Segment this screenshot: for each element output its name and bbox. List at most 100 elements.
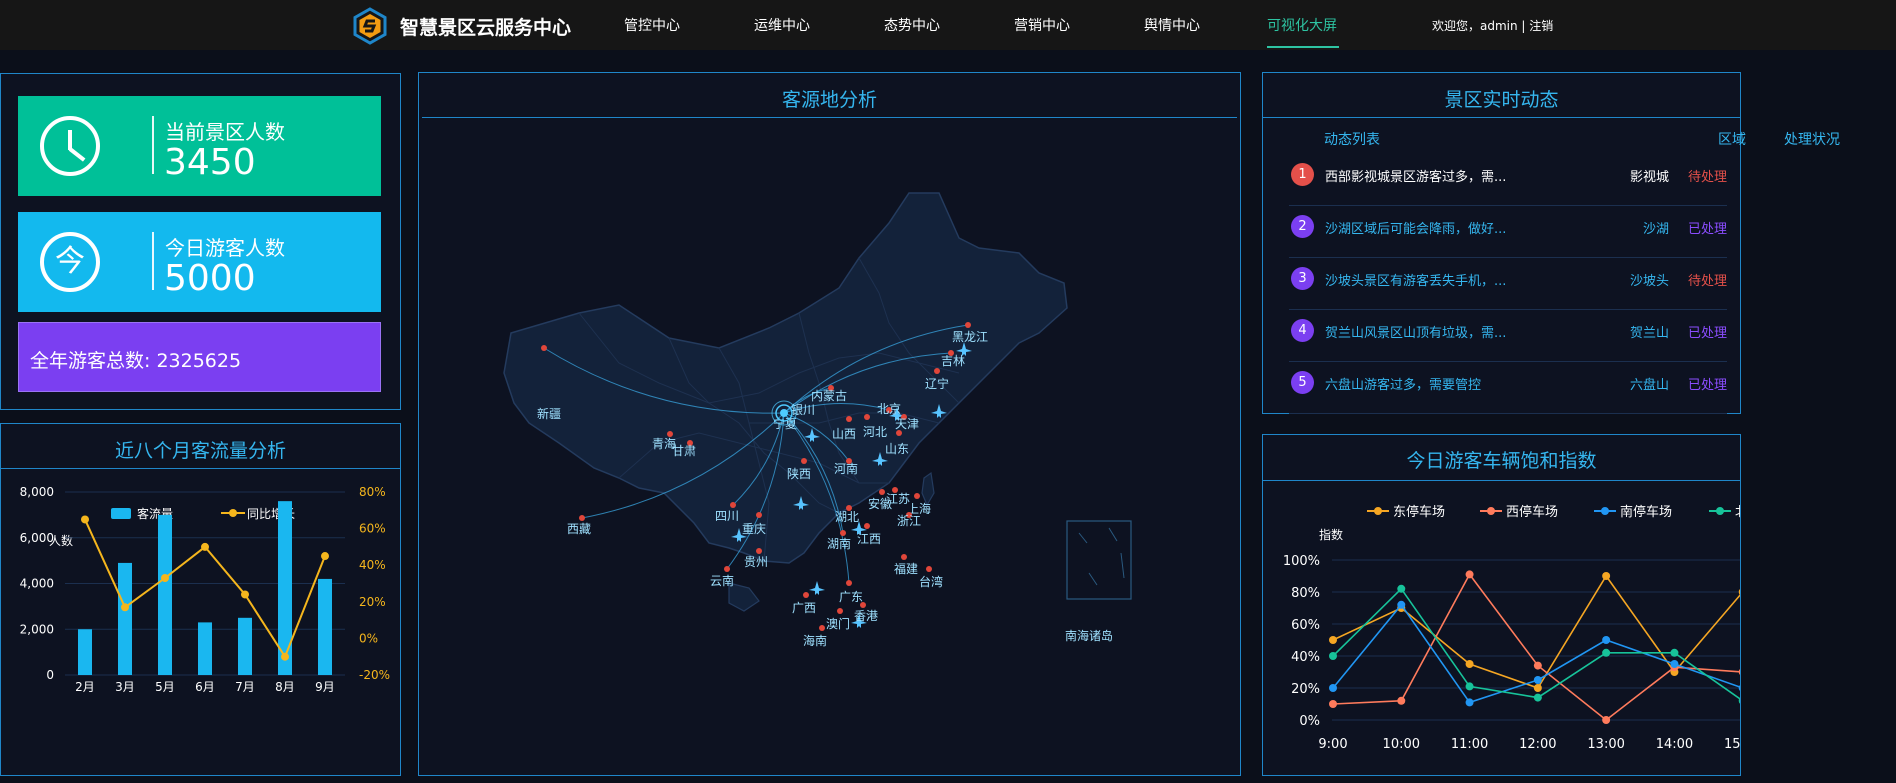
province-point (934, 368, 940, 374)
province-point (730, 502, 736, 508)
china-map: 新疆西藏青海甘肃内蒙古北京天津山西 河北山东陕西 河南四川重庆湖北安徽江苏上海浙江湖… (503, 192, 1132, 648)
clock-icon (40, 116, 100, 176)
y-tick-label: 8,000 (20, 485, 54, 499)
top-navigation-bar: 智慧景区云服务中心 管控中心 运维中心 态势中心 营销中心 舆情中心 可视化大屏… (0, 0, 1896, 50)
bar-traffic (318, 578, 332, 675)
nav-visual-screen[interactable]: 可视化大屏 (1267, 15, 1337, 35)
event-text: 贺兰山风景区山顶有垃圾，需... (1325, 326, 1507, 341)
y2-tick-label: 80% (359, 485, 386, 499)
province-label: 四川 (715, 509, 739, 523)
traffic-chart-panel: 近八个月客流量分析 客流量 同比增长 人数 0 2,000 4,000 6,000 8,000… (0, 423, 401, 776)
nav-marketing-center[interactable]: 营销中心 (1014, 15, 1070, 35)
airplane-icon (809, 581, 825, 595)
series-point (1602, 636, 1611, 644)
y-tick-label: 0 (46, 668, 54, 682)
welcome-logout[interactable]: 欢迎您，admin | 注销 (1432, 17, 1553, 34)
province-point (840, 530, 846, 536)
y-tick-label: 2,000 (20, 622, 54, 636)
province-point (803, 592, 809, 598)
bar-traffic (238, 617, 252, 675)
y-tick-label: 80% (1291, 586, 1320, 601)
province-point (965, 322, 971, 328)
event-row[interactable]: 3 沙坡头景区有游客丢失手机，... 沙坡头 待处理 (1289, 258, 1727, 310)
y-tick-label: 40% (1291, 650, 1320, 665)
event-area: 贺兰山 (1629, 326, 1669, 341)
province-label: 河南 (834, 461, 858, 476)
province-label: 广东 (839, 590, 863, 604)
card-separator (152, 116, 154, 174)
series-point (1397, 696, 1406, 705)
province-point (724, 566, 730, 572)
province-label: 陕西 (787, 466, 811, 481)
province-label: 辽宁 (925, 376, 949, 391)
province-label: 山东 (885, 442, 909, 456)
province-label: 新疆 (537, 406, 561, 421)
nav-sentiment-center[interactable]: 舆情中心 (1144, 15, 1200, 35)
province-label: 海南 (803, 633, 827, 648)
province-label: 黑龙江 (952, 330, 988, 344)
current-visitors-card: 当前景区人数 3450 (18, 96, 381, 196)
growth-point (121, 603, 129, 612)
title-divider (1263, 480, 1740, 481)
event-number-badge: 5 (1291, 371, 1314, 394)
parking-chart-panel: 今日游客车辆饱和指数 东停车场 西停车场 南停车场 北停车场指数 0% 20% 40% 60%… (1262, 434, 1741, 776)
growth-point (81, 515, 89, 524)
province-point (926, 566, 932, 572)
growth-point (161, 574, 169, 583)
event-row[interactable]: 2 沙湖区域后可能会降雨，做好... 沙湖 已处理 (1289, 206, 1727, 258)
province-point (819, 625, 825, 631)
event-row[interactable]: 4 贺兰山风景区山顶有垃圾，需... 贺兰山 已处理 (1289, 310, 1727, 362)
event-row[interactable]: 1 西部影视城景区游客过多，需... 影视城 待处理 (1289, 154, 1727, 206)
y2-tick-label: 60% (359, 522, 386, 536)
province-label: 北京 (877, 402, 901, 416)
series-point (1329, 684, 1337, 692)
x-tick-label: 15:00 (1724, 737, 1740, 752)
province-label: 云南 (710, 573, 734, 588)
y2-tick-label: 40% (359, 558, 386, 572)
province-label: 甘肃 (672, 444, 696, 458)
events-header-area: 区域 (1718, 132, 1746, 148)
x-tick-label: 9月 (315, 680, 335, 694)
y-tick-label: 0% (1299, 714, 1320, 729)
today-visitors-card: 今 今日游客人数 5000 (18, 212, 381, 312)
growth-point (241, 590, 249, 599)
series-point (1670, 648, 1679, 657)
legend-label: 东停车场 (1393, 504, 1445, 520)
title-divider (1, 468, 400, 469)
x-tick-label: 10:00 (1383, 737, 1420, 752)
nav-operations-center[interactable]: 运维中心 (754, 15, 810, 35)
x-tick-label: 14:00 (1656, 737, 1693, 752)
event-text: 沙坡头景区有游客丢失手机，... (1325, 274, 1507, 289)
event-area: 六盘山 (1629, 378, 1669, 393)
hub-label: 宁夏 (773, 416, 797, 431)
series-point (1465, 682, 1474, 691)
series-point (1329, 700, 1337, 708)
series-point (1738, 669, 1740, 675)
series-point (1465, 570, 1474, 579)
event-row[interactable]: 5 六盘山游客过多，需要管控 六盘山 已处理 (1289, 362, 1727, 414)
logo-icon (353, 7, 387, 45)
series-point (1602, 716, 1611, 724)
series-point (1602, 648, 1611, 657)
nav-situation-center[interactable]: 态势中心 (884, 15, 940, 35)
event-number-badge: 2 (1291, 215, 1314, 238)
event-area: 沙坡头 (1629, 274, 1669, 289)
y-tick-label: 60% (1291, 618, 1320, 633)
today-visitors-value: 5000 (164, 258, 256, 299)
hub-label: 银川 (791, 403, 815, 417)
nav-control-center[interactable]: 管控中心 (624, 15, 680, 35)
map-panel: 客源地分析 新疆 西藏 青海 甘肃 内蒙古 北京 天津 山西 河北 山东 陕西 河南 四川 重庆 湖北 安徽江… (418, 72, 1241, 776)
events-header-list: 动态列表 (1324, 132, 1380, 148)
series-point (1533, 693, 1542, 702)
province-label: 台湾 (919, 574, 943, 589)
province-point (756, 548, 762, 554)
event-area: 影视城 (1629, 170, 1669, 185)
legend-label: 西停车场 (1506, 504, 1558, 520)
y-tick-label: 100% (1283, 554, 1320, 569)
x-tick-label: 13:00 (1587, 737, 1624, 752)
bar-traffic (158, 514, 172, 675)
province-label: 广西 (792, 601, 816, 615)
province-point (846, 416, 852, 422)
province-label: 西藏 (567, 522, 591, 536)
legend-marker (1374, 507, 1382, 515)
